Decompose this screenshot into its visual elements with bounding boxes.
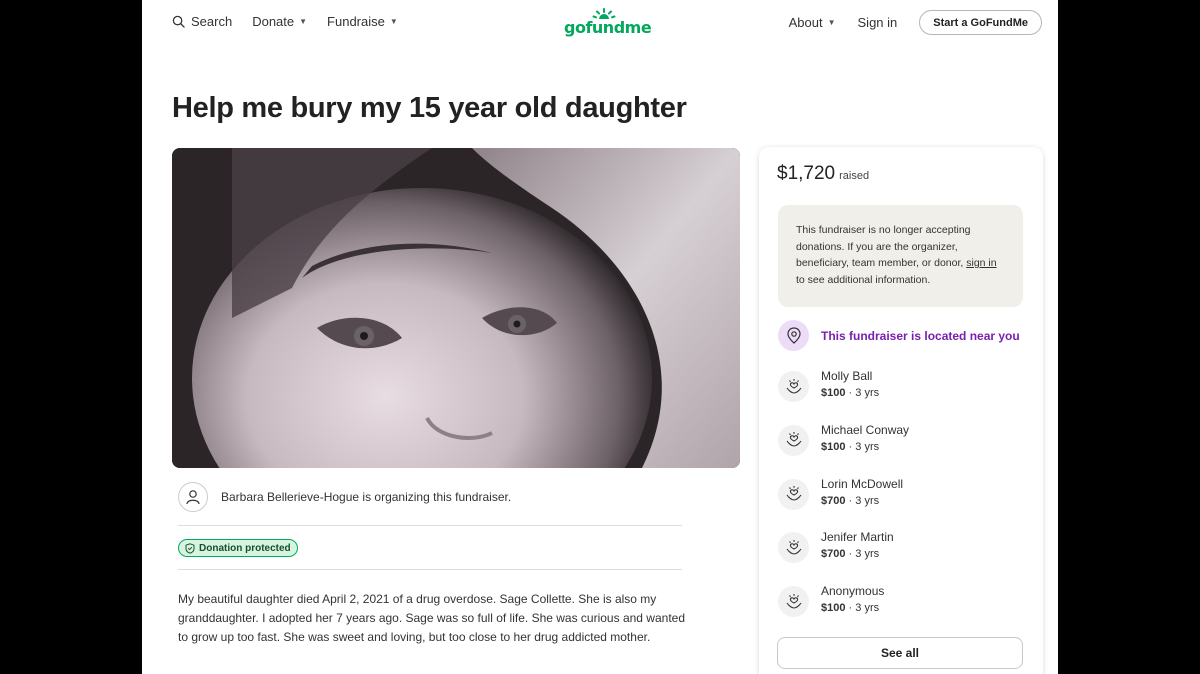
gofundme-logo[interactable]: gofundme [564, 8, 652, 40]
location-pin-icon [778, 320, 809, 351]
signin-label: Sign in [857, 15, 898, 30]
page: Search Donate ▼ Fundraise ▼ gofundme Abo… [142, 0, 1058, 674]
heart-hands-icon [778, 424, 809, 456]
donor-meta: $700 · 3 yrs [821, 548, 880, 561]
about-label: About [788, 15, 823, 30]
about-menu[interactable]: About ▼ [789, 15, 836, 30]
donor-time: 3 yrs [855, 387, 880, 399]
story-paragraph: My beautiful daughter died April 2, 2021… [178, 592, 685, 644]
campaign-photo[interactable] [172, 148, 740, 468]
heart-hands-icon [778, 371, 809, 402]
donor-time: 3 yrs [855, 494, 880, 507]
site-header: Search Donate ▼ Fundraise ▼ gofundme Abo… [142, 0, 1058, 46]
donor-amount: $100 [821, 387, 846, 399]
donor-meta: $700 · 3 yrs [821, 494, 880, 507]
donor-name: Michael Conway [821, 422, 910, 437]
story-text: My beautiful daughter died April 2, 2021… [178, 590, 698, 647]
list-item: Jenifer Martin $700 · 3 yrs [778, 530, 1028, 584]
raised-summary: $1,720 raised [777, 163, 869, 185]
donor-time: 3 yrs [855, 548, 880, 561]
chevron-down-icon: ▼ [299, 17, 308, 26]
divider [178, 525, 682, 526]
search-link[interactable]: Search [172, 14, 232, 29]
organizer-row: Barbara Bellerieve-Hogue is organizing t… [178, 482, 511, 512]
donor-name: Anonymous [821, 584, 885, 598]
fundraise-menu[interactable]: Fundraise ▼ [327, 14, 398, 29]
donor-info: Anonymous $100 · 3 yrs [821, 584, 884, 638]
donor-info: Jenifer Martin $700 · 3 yrs [821, 530, 894, 584]
list-item: Michael Conway $100 · 3 yrs [778, 423, 1028, 477]
signin-notice-link[interactable]: sign in [966, 257, 996, 269]
badge-label: Donation protected [199, 542, 291, 554]
signin-link[interactable]: Sign in [858, 15, 898, 30]
donate-label: Donate [252, 14, 295, 29]
list-item: Molly Ball $100 · 3 yrs [778, 369, 1028, 423]
nav-right: About ▼ Sign in Start a GoFundMe [789, 10, 1042, 35]
chevron-down-icon: ▼ [827, 18, 836, 27]
donor-amount: $700 [821, 548, 846, 561]
fundraise-label: Fundraise [327, 14, 385, 29]
search-label: Search [191, 14, 233, 29]
donor-time: 3 yrs [855, 440, 880, 453]
donor-info: Michael Conway $100 · 3 yrs [821, 423, 909, 477]
list-item: Lorin McDowell $700 · 3 yrs [778, 477, 1028, 531]
page-title: Help me bury my 15 year old daughter [172, 92, 687, 124]
donor-amount: $100 [821, 440, 846, 453]
donor-amount: $100 [821, 602, 846, 614]
raised-amount: $1,720 [777, 163, 836, 184]
location-text: This fundraiser is located near you [821, 328, 1020, 343]
divider [178, 569, 682, 570]
donor-name: Lorin McDowell [821, 476, 904, 491]
donor-meta: $100 · 3 yrs [821, 602, 880, 614]
avatar [178, 482, 208, 512]
donate-menu[interactable]: Donate ▼ [252, 14, 307, 29]
see-all-button[interactable]: See all [777, 637, 1023, 669]
notice-text: This fundraiser is no longer accepting d… [796, 224, 971, 269]
logo-text: gofundme [564, 18, 652, 37]
nav-left: Search Donate ▼ Fundraise ▼ [172, 14, 418, 29]
start-gofundme-button[interactable]: Start a GoFundMe [919, 10, 1042, 35]
location-banner: This fundraiser is located near you [778, 320, 1020, 351]
donor-info: Molly Ball $100 · 3 yrs [821, 369, 879, 423]
closed-notice: This fundraiser is no longer accepting d… [778, 205, 1023, 307]
donor-time: 3 yrs [855, 602, 880, 614]
donor-info: Lorin McDowell $700 · 3 yrs [821, 477, 903, 531]
donation-protected-badge[interactable]: Donation protected [178, 539, 298, 557]
campaign-photo-image [172, 148, 740, 468]
donor-list: Molly Ball $100 · 3 yrs Michael Conway $… [778, 369, 1028, 638]
notice-text-end: to see additional information. [796, 273, 931, 286]
list-item: Anonymous $100 · 3 yrs [778, 584, 1028, 638]
heart-hands-icon [778, 532, 809, 564]
heart-hands-icon [778, 478, 809, 510]
organizer-text: Barbara Bellerieve-Hogue is organizing t… [221, 490, 512, 504]
donor-name: Jenifer Martin [821, 530, 894, 545]
search-icon [172, 15, 185, 28]
donation-card: $1,720 raised This fundraiser is no long… [759, 147, 1043, 674]
donor-meta: $100 · 3 yrs [821, 387, 880, 399]
heart-hands-icon [778, 586, 809, 617]
shield-icon [185, 542, 195, 554]
donor-amount: $700 [821, 494, 846, 507]
donor-name: Molly Ball [821, 369, 873, 383]
raised-label: raised [839, 170, 870, 182]
donor-meta: $100 · 3 yrs [821, 440, 880, 453]
chevron-down-icon: ▼ [389, 17, 398, 26]
user-icon [186, 490, 200, 505]
